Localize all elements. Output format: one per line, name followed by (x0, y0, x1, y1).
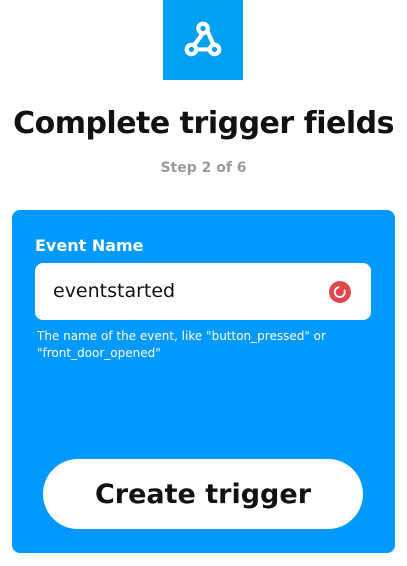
page-title: Complete trigger fields (13, 106, 394, 141)
create-trigger-button[interactable]: Create trigger (43, 459, 363, 529)
loading-spinner-icon (329, 281, 351, 303)
event-name-field (35, 263, 371, 320)
event-name-input[interactable] (53, 275, 313, 307)
webhooks-logo (163, 0, 243, 80)
webhooks-icon (184, 21, 222, 57)
trigger-fields-card: Event Name The name of the event, like "… (12, 210, 395, 553)
event-name-label: Event Name (35, 236, 144, 255)
event-name-help-text: The name of the event, like "button_pres… (37, 329, 326, 360)
step-indicator: Step 2 of 6 (160, 160, 247, 176)
